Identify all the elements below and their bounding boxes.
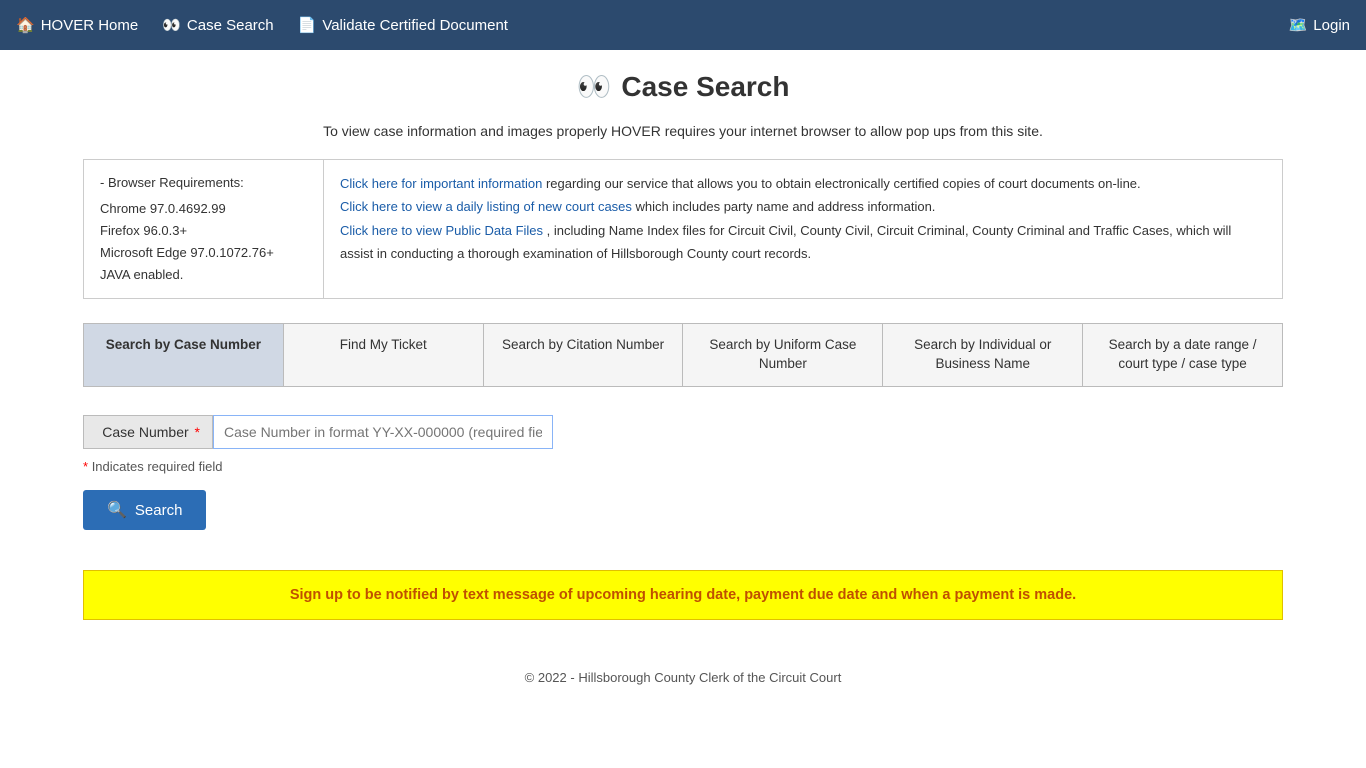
login-link[interactable]: 🗺️ Login [1289,16,1350,34]
info-box: - Browser Requirements: Chrome 97.0.4692… [83,159,1283,299]
case-number-row: Case Number * [83,415,1283,449]
footer-text: © 2022 - Hillsborough County Clerk of th… [525,670,842,685]
req-firefox: Firefox 96.0.3+ [100,220,307,242]
browser-requirements: - Browser Requirements: Chrome 97.0.4692… [84,160,324,298]
info-link-2-row: Click here to view a daily listing of ne… [340,195,1266,218]
login-label: Login [1313,17,1350,34]
info-link-3-row: Click here to view Public Data Files , i… [340,219,1266,266]
notification-banner[interactable]: Sign up to be notified by text message o… [83,570,1283,620]
tab-case-number[interactable]: Search by Case Number [84,324,284,386]
req-java: JAVA enabled. [100,264,307,286]
case-number-label: Case Number * [83,415,213,449]
info-link-2[interactable]: Click here to view a daily listing of ne… [340,199,632,214]
login-icon: 🗺️ [1289,16,1308,34]
case-number-input[interactable] [213,415,553,449]
info-link-1[interactable]: Click here for important information [340,176,542,191]
validate-icon: 📄 [298,16,317,34]
search-tabs: Search by Case Number Find My Ticket Sea… [83,323,1283,387]
search-button-label: Search [135,502,183,519]
page-title: Case Search [621,71,789,103]
navbar: 🏠 HOVER Home 👀 Case Search 📄 Validate Ce… [0,0,1366,50]
req-title: - Browser Requirements: [100,172,307,194]
tab-find-ticket[interactable]: Find My Ticket [284,324,484,386]
required-note: * Indicates required field [83,459,1283,474]
navbar-left: 🏠 HOVER Home 👀 Case Search 📄 Validate Ce… [16,16,508,34]
case-search-label: Case Search [187,17,274,34]
title-icon: 👀 [577,70,612,103]
tab-citation[interactable]: Search by Citation Number [484,324,684,386]
tab-date-range[interactable]: Search by a date range / court type / ca… [1083,324,1282,386]
validate-label: Validate Certified Document [322,17,508,34]
eyes-icon: 👀 [162,16,181,34]
case-number-form: Case Number * * Indicates required field… [83,411,1283,546]
home-icon: 🏠 [16,16,35,34]
hover-home-link[interactable]: 🏠 HOVER Home [16,16,138,34]
notification-text: Sign up to be notified by text message o… [290,587,1076,603]
hover-home-label: HOVER Home [41,17,139,34]
validate-doc-link[interactable]: 📄 Validate Certified Document [298,16,508,34]
info-links: Click here for important information reg… [324,160,1282,298]
info-link-1-row: Click here for important information reg… [340,172,1266,195]
tab-uniform-case[interactable]: Search by Uniform Case Number [683,324,883,386]
popup-notice: To view case information and images prop… [83,123,1283,139]
page-title-row: 👀 Case Search [83,70,1283,103]
search-icon: 🔍 [107,500,127,520]
case-search-link[interactable]: 👀 Case Search [162,16,273,34]
tab-individual-business[interactable]: Search by Individual or Business Name [883,324,1083,386]
req-edge: Microsoft Edge 97.0.1072.76+ [100,242,307,264]
req-chrome: Chrome 97.0.4692.99 [100,198,307,220]
info-link-2-suffix: which includes party name and address in… [636,199,936,214]
search-button[interactable]: 🔍 Search [83,490,206,530]
main-content: 👀 Case Search To view case information a… [43,50,1323,640]
info-link-1-suffix: regarding our service that allows you to… [546,176,1141,191]
required-star: * [195,424,200,440]
footer: © 2022 - Hillsborough County Clerk of th… [0,640,1366,701]
info-link-3[interactable]: Click here to view Public Data Files [340,223,543,238]
